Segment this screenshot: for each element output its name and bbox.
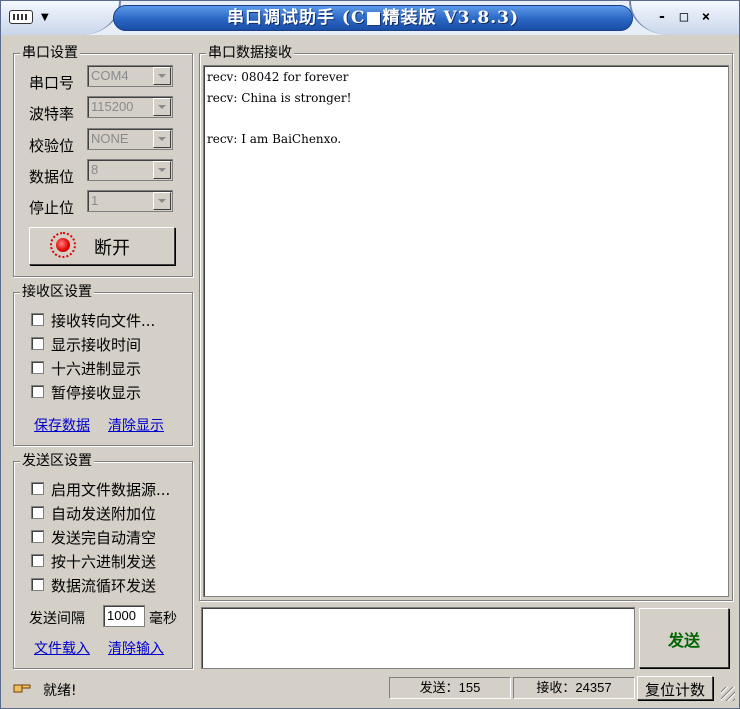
reset-count-label: 复位计数 — [644, 681, 705, 699]
port-select[interactable]: COM4 — [87, 65, 173, 87]
dropdown-arrow-icon[interactable] — [153, 161, 171, 179]
load-file-link[interactable]: 文件载入 — [34, 638, 90, 658]
status-led-icon — [56, 238, 70, 252]
send-textarea[interactable] — [201, 607, 635, 669]
serial-settings-title: 串口设置 — [20, 45, 80, 61]
dropdown-arrow-icon[interactable] — [153, 67, 171, 85]
disconnect-button-label: 断开 — [94, 238, 130, 259]
recv-line-1: recv: 08042 for forever — [207, 70, 349, 84]
app-window: ▼ 串口调试助手 (C■精装版 V3.8.3) - □ × 串口设置 串口号 COM… — [0, 0, 740, 709]
clear-input-link[interactable]: 清除输入 — [108, 638, 164, 658]
receive-panel-title: 串口数据接收 — [206, 45, 294, 61]
databits-value: 8 — [91, 162, 99, 177]
baud-value: 115200 — [91, 99, 134, 114]
send-button-label: 发送 — [667, 631, 700, 650]
send-settings-title: 发送区设置 — [20, 453, 94, 469]
stopbits-select[interactable]: 1 — [87, 190, 173, 212]
dropdown-arrow-icon[interactable] — [153, 192, 171, 210]
databits-select[interactable]: 8 — [87, 159, 173, 181]
interval-label: 发送间隔 — [29, 611, 85, 627]
maximize-button[interactable]: □ — [673, 9, 695, 25]
disconnect-button[interactable]: 断开 — [29, 227, 175, 265]
clear-display-link[interactable]: 清除显示 — [108, 415, 164, 435]
port-label: 串口号 — [29, 74, 75, 92]
window-controls: - □ × — [651, 9, 731, 29]
sent-count: 发送：155 — [389, 677, 511, 699]
port-value: COM4 — [91, 68, 129, 83]
recv-line-2: recv: China is stronger! — [207, 91, 352, 105]
title-bar[interactable]: ▼ 串口调试助手 (C■精装版 V3.8.3) - □ × — [1, 1, 739, 35]
close-button[interactable]: × — [695, 9, 717, 25]
status-ready-text: 就绪! — [43, 683, 77, 699]
save-data-link[interactable]: 保存数据 — [34, 415, 90, 435]
parity-select[interactable]: NONE — [87, 128, 173, 150]
stopbits-value: 1 — [91, 193, 99, 208]
reset-count-button[interactable]: 复位计数 — [637, 676, 713, 700]
parity-label: 校验位 — [29, 137, 75, 155]
send-button[interactable]: 发送 — [639, 608, 729, 668]
dropdown-arrow-icon[interactable] — [153, 130, 171, 148]
receive-settings-title: 接收区设置 — [20, 284, 94, 300]
stopbits-label: 停止位 — [29, 199, 75, 217]
interval-input[interactable]: 1000 — [103, 605, 145, 627]
databits-label: 数据位 — [29, 168, 75, 186]
dropdown-arrow-icon[interactable] — [153, 98, 171, 116]
chevron-down-icon: ▼ — [41, 12, 49, 23]
interval-unit-label: 毫秒 — [149, 611, 177, 627]
minimize-button[interactable]: - — [651, 9, 673, 25]
system-menu-button[interactable]: ▼ — [9, 8, 59, 28]
received-count: 接收：24357 — [513, 677, 635, 699]
baud-select[interactable]: 115200 — [87, 96, 173, 118]
status-bar: 就绪! 发送：155 接收：24357 复位计数 — [3, 675, 737, 705]
recv-line-4: recv: I am BaiChenxo. — [207, 132, 342, 146]
pointing-hand-icon — [13, 684, 31, 693]
receive-textarea[interactable]: recv: 08042 for forever recv: China is s… — [203, 65, 729, 597]
window-title: 串口调试助手 (C■精装版 V3.8.3) — [226, 8, 520, 28]
baud-label: 波特率 — [29, 105, 75, 123]
resize-grip-icon[interactable] — [721, 687, 735, 701]
keyboard-icon — [9, 10, 33, 24]
parity-value: NONE — [91, 131, 129, 146]
